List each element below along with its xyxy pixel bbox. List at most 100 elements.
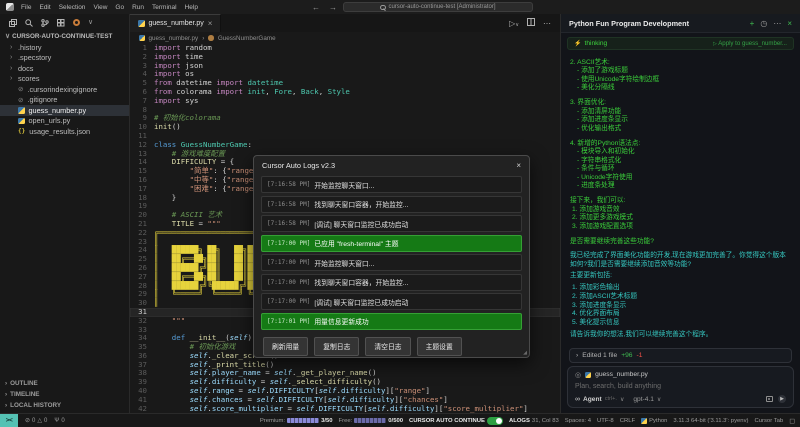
context-eye-icon[interactable]: ◎ [575, 371, 581, 379]
log-entry: [7:17:00 PM][调试] 聊天窗口监控已成功启动 [261, 293, 522, 310]
usage-donut-icon[interactable] [73, 19, 80, 26]
cursor-tab-indicator[interactable]: Cursor Tab [754, 418, 783, 424]
apply-to-file-link[interactable]: ▷ Apply to guess_number... [713, 40, 787, 47]
python-file-icon [139, 35, 145, 41]
agent-mode-selector[interactable]: Agent [583, 396, 602, 403]
language-indicator[interactable]: Python [641, 418, 667, 424]
search-icon[interactable] [25, 19, 33, 27]
file-item-label: .cursorindexingignore [27, 85, 97, 94]
menu-go[interactable]: Go [115, 4, 124, 11]
indentation-indicator[interactable]: Spaces: 4 [565, 418, 591, 424]
dialog-button[interactable]: 清空日志 [365, 337, 410, 356]
dialog-button[interactable]: 主题设置 [417, 337, 462, 356]
close-icon[interactable]: × [516, 161, 521, 170]
log-text: [调试] 聊天窗口监控已成功启动 [314, 219, 408, 229]
menu-edit[interactable]: Edit [39, 4, 50, 11]
nav-back-icon[interactable]: ← [312, 3, 320, 12]
send-icon[interactable]: ▶ [778, 395, 786, 403]
file-item[interactable]: guess_number.py [0, 105, 129, 116]
cursor-position[interactable]: 31, Col 83 [532, 418, 559, 424]
python-file-icon [18, 118, 25, 125]
panel-timeline[interactable]: ›TIMELINE [0, 389, 129, 400]
model-selector[interactable]: gpt-4.1 [633, 396, 654, 403]
file-item[interactable]: ›scores [0, 74, 129, 85]
file-item[interactable]: {}usage_results.json [0, 126, 129, 137]
sidebar-bottom-panels: ›OUTLINE›TIMELINE›LOCAL HISTORY [0, 378, 129, 413]
eol-indicator[interactable]: CRLF [620, 418, 635, 424]
files-icon[interactable] [9, 19, 17, 27]
source-control-icon[interactable] [41, 19, 49, 27]
extensions-icon[interactable] [57, 19, 65, 27]
auto-continue-toggle[interactable]: CURSOR AUTO CONTINUE [409, 417, 503, 425]
context-file-chip[interactable]: guess_number.py [595, 371, 648, 378]
menu-help[interactable]: Help [185, 4, 198, 11]
chevron-down-icon[interactable]: ∨ [620, 396, 624, 403]
run-python-button[interactable]: ▷∨ [509, 19, 519, 28]
chat-text-line: 4. 新增的Python语法点: [570, 140, 791, 149]
menubar: File Edit Selection View Go Run Terminal Help [21, 4, 198, 11]
menu-view[interactable]: View [93, 4, 107, 11]
premium-usage-bar [287, 418, 319, 423]
panel-outline[interactable]: ›OUTLINE [0, 378, 129, 389]
close-icon[interactable]: × [208, 19, 213, 28]
attach-image-icon[interactable] [766, 396, 773, 402]
free-usage[interactable]: Free: 0/500 [339, 418, 404, 424]
file-item[interactable]: ›.history [0, 42, 129, 53]
chat-composer[interactable]: ◎ guess_number.py Plan, search, build an… [567, 366, 794, 409]
file-item[interactable]: open_urls.py [0, 116, 129, 127]
tab-guess-number[interactable]: guess_number.py × [130, 14, 221, 32]
chat-text-line: 5. 美化提示信息 [570, 319, 791, 328]
search-icon [380, 5, 385, 10]
remote-indicator[interactable]: >< [0, 414, 18, 427]
spacer [570, 191, 791, 194]
more-actions-icon[interactable]: ⋯ [773, 19, 781, 28]
file-item[interactable]: ⊘.cursorindexingignore [0, 84, 129, 95]
history-icon[interactable]: ◷ [760, 19, 767, 28]
panel-label: LOCAL HISTORY [10, 402, 61, 409]
code-line: 42 self.score_multiplier = self.DIFFICUL… [130, 405, 560, 413]
edited-files-summary[interactable]: › Edited 1 file +96 -1 [569, 348, 792, 363]
line-number: 42 [130, 405, 154, 413]
close-icon[interactable]: × [787, 19, 792, 28]
ports-indicator[interactable]: Ψ 0 [54, 418, 64, 424]
chat-text-line: 1. 添加游戏音效 [570, 206, 791, 215]
resize-handle[interactable]: ◢ [523, 350, 527, 356]
line-number: 6 [130, 88, 154, 97]
command-center-search[interactable]: cursor-auto-continue-test [Administrator… [343, 2, 533, 12]
nav-forward-icon[interactable]: → [329, 3, 337, 12]
more-actions-icon[interactable]: ⋯ [543, 19, 551, 28]
dialog-button[interactable]: 刷新用量 [263, 337, 308, 356]
menu-selection[interactable]: Selection [59, 4, 86, 11]
breadcrumb[interactable]: guess_number.py › GuessNumberGame [130, 32, 560, 44]
thinking-toggle[interactable]: ⚡ thinking ▷ Apply to guess_number... [567, 37, 794, 50]
breadcrumb-file: guess_number.py [149, 35, 199, 42]
menu-terminal[interactable]: Terminal [152, 4, 177, 11]
chat-text-line: 添加了游戏标题 [570, 67, 791, 76]
log-text: 开始监控聊天窗口... [314, 180, 374, 190]
split-editor-icon[interactable] [527, 18, 535, 28]
file-item[interactable]: ›.specstory [0, 53, 129, 64]
toggle-on-icon[interactable] [487, 417, 503, 425]
log-entry: [7:17:00 PM]找到聊天窗口容器，开始监控... [261, 274, 522, 291]
chevron-down-icon[interactable]: ∨ [88, 19, 93, 26]
chevron-down-icon[interactable]: ∨ [657, 396, 661, 403]
new-chat-icon[interactable]: + [750, 19, 755, 28]
file-item[interactable]: ›docs [0, 63, 129, 74]
dialog-button[interactable]: 复制日志 [314, 337, 359, 356]
root-folder-label: CURSOR-AUTO-CONTINUE-TEST [12, 33, 112, 40]
premium-usage[interactable]: Premium: 3/50 [260, 418, 333, 424]
chat-input[interactable]: Plan, search, build anything [575, 383, 786, 390]
notifications-icon[interactable]: ◻ [789, 417, 795, 425]
line-text: init() [154, 123, 560, 132]
encoding-indicator[interactable]: UTF-8 [597, 418, 614, 424]
explorer-root[interactable]: ∨ CURSOR-AUTO-CONTINUE-TEST [0, 31, 129, 42]
panel-local-history[interactable]: ›LOCAL HISTORY [0, 400, 129, 411]
menu-file[interactable]: File [21, 4, 31, 11]
chat-text-line: 条件与循环 [570, 165, 791, 174]
problems-indicator[interactable]: ⊘ 0 △ 0 [25, 417, 47, 424]
file-item[interactable]: ⊘.gitignore [0, 95, 129, 106]
menu-run[interactable]: Run [132, 4, 144, 11]
chevron-right-icon: › [5, 380, 7, 387]
alogs-button[interactable]: ALOGS 31, Col 83 [509, 418, 559, 424]
interpreter-indicator[interactable]: 3.11.3 64-bit ('3.11.3': pyenv) [673, 418, 748, 424]
